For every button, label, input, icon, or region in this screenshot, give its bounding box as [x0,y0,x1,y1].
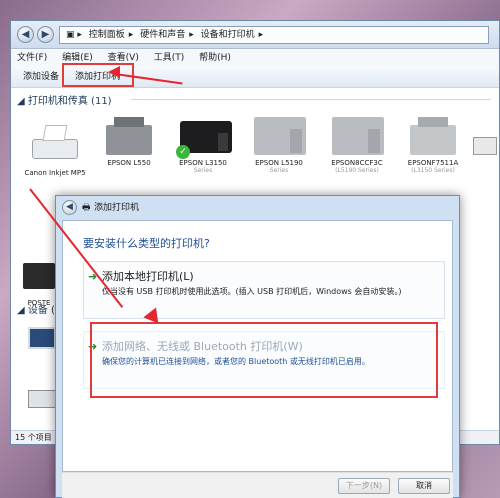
device-epson-l5190[interactable]: EPSON L5190 Series [243,111,315,174]
section-divider [131,99,491,100]
computer-icon [26,321,58,361]
collapse-icon: ◢ [17,305,28,316]
device-computer[interactable] [25,321,59,361]
device-label: EPSON L550 [107,159,151,167]
option-description: 仅当没有 USB 打印机时使用此选项。(插入 USB 打印机后，Windows … [102,287,402,296]
printers-section-header[interactable]: ◢ 打印机和传真 (11) [17,92,112,107]
collapse-icon: ◢ [17,96,28,107]
menu-help[interactable]: 帮助(H) [199,50,231,66]
back-button[interactable]: ◀ [17,26,34,43]
device-label: Canon Inkjet MP5 [24,169,86,177]
breadcrumb-1[interactable]: 硬件和声音 [140,30,185,40]
device-label: EPSON L5190 [255,159,303,167]
breadcrumb-2[interactable]: 设备和打印机 [201,30,255,40]
menu-file[interactable]: 文件(F) [17,50,47,66]
device-epson-8ccf3c[interactable]: EPSON8CCF3C (L5190 Series) [321,111,393,174]
device-epson-f7511a[interactable]: EPSONF7511A (L3150 Series) [397,111,469,174]
annotation-arrowhead [108,66,120,78]
printer-icon [250,111,308,159]
dialog-title: 添加打印机 [94,203,140,213]
forward-button[interactable]: ▶ [37,26,54,43]
device-label: EPSON L3150 [179,159,227,167]
add-device-button[interactable]: 添加设备 [23,66,59,88]
printer-icon: ✓ [174,111,232,159]
printer-icon [100,111,158,159]
folder-icon: ▣ ▸ [66,30,82,40]
option-local-printer[interactable]: ➜ 添加本地打印机(L) 仅当没有 USB 打印机时使用此选项。(插入 USB … [83,261,445,319]
device-scanner[interactable] [25,376,59,416]
device-label: EPSONF7511A [407,159,459,167]
dialog-footer: 下一步(N) 取消 [62,472,453,498]
option-title: 添加本地打印机(L) [102,270,194,283]
dialog-title-bar: ◀ 🖶 添加打印机 [56,196,459,220]
title-bar: ◀ ▶ ▣ ▸ 控制面板 ▸ 硬件和声音 ▸ 设备和打印机 ▸ [11,21,499,49]
scanner-icon [26,376,58,416]
breadcrumb-0[interactable]: 控制面板 [89,30,125,40]
item-count: 15 个项目 [15,433,52,442]
device-label: EPSON8CCF3C [331,159,383,167]
device-epson-l550[interactable]: EPSON L550 [93,111,165,167]
cancel-button[interactable]: 取消 [398,478,450,494]
device-canon[interactable]: Canon Inkjet MP5 [19,121,91,177]
address-bar[interactable]: ▣ ▸ 控制面板 ▸ 硬件和声音 ▸ 设备和打印机 ▸ [59,26,489,44]
device-epson-l3150[interactable]: ✓ EPSON L3150 Series [167,111,239,174]
printer-icon [404,111,462,159]
printer-icon [26,121,84,169]
device-poster[interactable]: POSTE [19,251,59,307]
back-button[interactable]: ◀ [62,200,77,215]
printer-small-icon: 🖶 [82,203,91,213]
printer-icon [21,251,57,299]
menu-tools[interactable]: 工具(T) [154,50,185,66]
fax-icon [471,121,497,169]
printer-icon [328,111,386,159]
next-button[interactable]: 下一步(N) [338,478,390,494]
highlight-box-network-option [90,322,438,398]
dialog-heading: 要安装什么类型的打印机? [83,237,210,250]
default-check-icon: ✓ [176,145,190,159]
device-fax[interactable] [469,121,499,169]
